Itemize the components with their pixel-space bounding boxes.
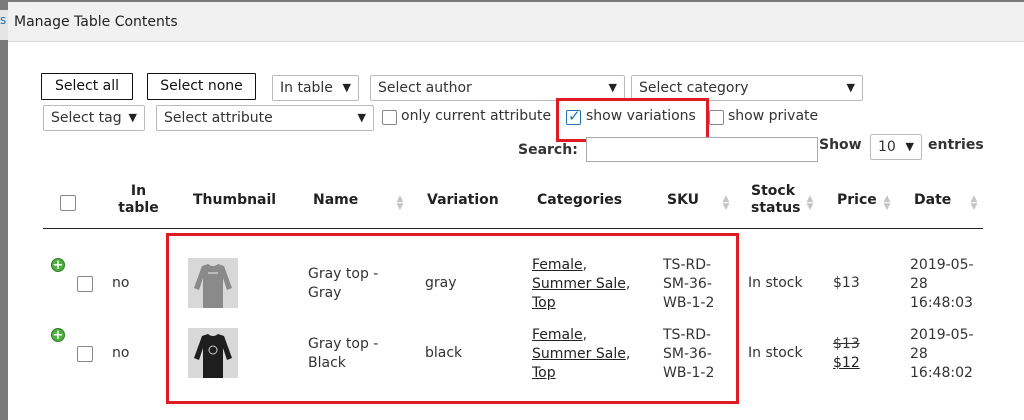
sort-icon: ▲ ▼ bbox=[396, 194, 404, 212]
chevron-down-icon: ▼ bbox=[905, 140, 914, 153]
in-table-select[interactable]: In table ▼ bbox=[272, 75, 359, 101]
row-checkbox[interactable] bbox=[77, 276, 93, 292]
chevron-down-icon: ▼ bbox=[357, 111, 366, 124]
price-old: $13 bbox=[833, 336, 860, 352]
search-label: Search: bbox=[518, 142, 578, 158]
cell-in-table: no bbox=[112, 345, 130, 361]
header-name[interactable]: Name bbox=[313, 192, 358, 209]
select-none-button[interactable]: Select none bbox=[147, 73, 256, 100]
row-checkbox[interactable] bbox=[77, 346, 93, 362]
header-date[interactable]: Date bbox=[914, 192, 951, 209]
chevron-down-icon: ▼ bbox=[128, 111, 137, 124]
cell-stock-status: In stock bbox=[748, 345, 803, 361]
sort-icon: ▲ ▼ bbox=[806, 194, 814, 212]
attribute-select[interactable]: Select attribute ▼ bbox=[156, 105, 374, 131]
select-all-rows-checkbox[interactable] bbox=[60, 195, 76, 211]
cell-in-table: no bbox=[112, 275, 130, 291]
header-stock-status[interactable]: Stock status bbox=[751, 183, 807, 217]
cell-date: 2019-05- 28 16:48:03 bbox=[910, 257, 974, 311]
only-current-attribute-checkbox[interactable] bbox=[382, 110, 397, 125]
header-in-table[interactable]: In table bbox=[116, 183, 161, 217]
entries-label: entries bbox=[928, 137, 984, 153]
tag-select[interactable]: Select tag ▼ bbox=[43, 105, 145, 131]
select-all-button[interactable]: Select all bbox=[41, 73, 133, 100]
sort-icon: ▲ ▼ bbox=[722, 194, 730, 212]
author-select-value: Select author bbox=[378, 80, 472, 96]
attribute-select-value: Select attribute bbox=[164, 110, 273, 126]
entries-select-value: 10 bbox=[878, 139, 896, 155]
show-label: Show bbox=[819, 137, 862, 153]
show-private-checkbox[interactable] bbox=[709, 110, 724, 125]
manage-table-dialog: Manage Table Contents Select all Select … bbox=[8, 2, 1024, 420]
sort-icon: ▲ ▼ bbox=[883, 194, 891, 212]
sort-icon: ▲ ▼ bbox=[970, 194, 978, 212]
dialog-title: Manage Table Contents bbox=[14, 14, 178, 30]
highlight-box-rows bbox=[166, 233, 739, 404]
plus-icon[interactable]: + bbox=[51, 258, 65, 272]
cell-price: $13 bbox=[833, 275, 860, 291]
category-select-value: Select category bbox=[639, 80, 749, 96]
search-input[interactable] bbox=[586, 137, 818, 162]
dialog-header: Manage Table Contents bbox=[8, 2, 1024, 42]
header-variation[interactable]: Variation bbox=[427, 192, 499, 209]
header-divider bbox=[43, 228, 983, 229]
cell-stock-status: In stock bbox=[748, 275, 803, 291]
background-window-fragment: s bbox=[0, 10, 8, 40]
cell-price: $13 $12 bbox=[833, 335, 860, 373]
cell-date: 2019-05- 28 16:48:02 bbox=[910, 327, 974, 381]
header-thumbnail: Thumbnail bbox=[193, 192, 277, 208]
tag-select-value: Select tag bbox=[51, 110, 122, 126]
show-private-label: show private bbox=[728, 108, 819, 124]
highlight-box-show-variations bbox=[556, 98, 709, 142]
in-table-select-value: In table bbox=[280, 80, 333, 96]
header-categories[interactable]: Categories bbox=[537, 192, 622, 209]
header-sku[interactable]: SKU bbox=[667, 192, 699, 209]
chevron-down-icon: ▼ bbox=[846, 81, 855, 94]
chevron-down-icon: ▼ bbox=[608, 81, 617, 94]
only-current-attribute-label: only current attribute bbox=[401, 108, 552, 124]
header-price[interactable]: Price bbox=[837, 192, 877, 209]
plus-icon[interactable]: + bbox=[51, 328, 65, 342]
chevron-down-icon: ▼ bbox=[342, 81, 351, 94]
entries-select[interactable]: 10 ▼ bbox=[870, 134, 922, 160]
price-new: $12 bbox=[833, 355, 860, 371]
